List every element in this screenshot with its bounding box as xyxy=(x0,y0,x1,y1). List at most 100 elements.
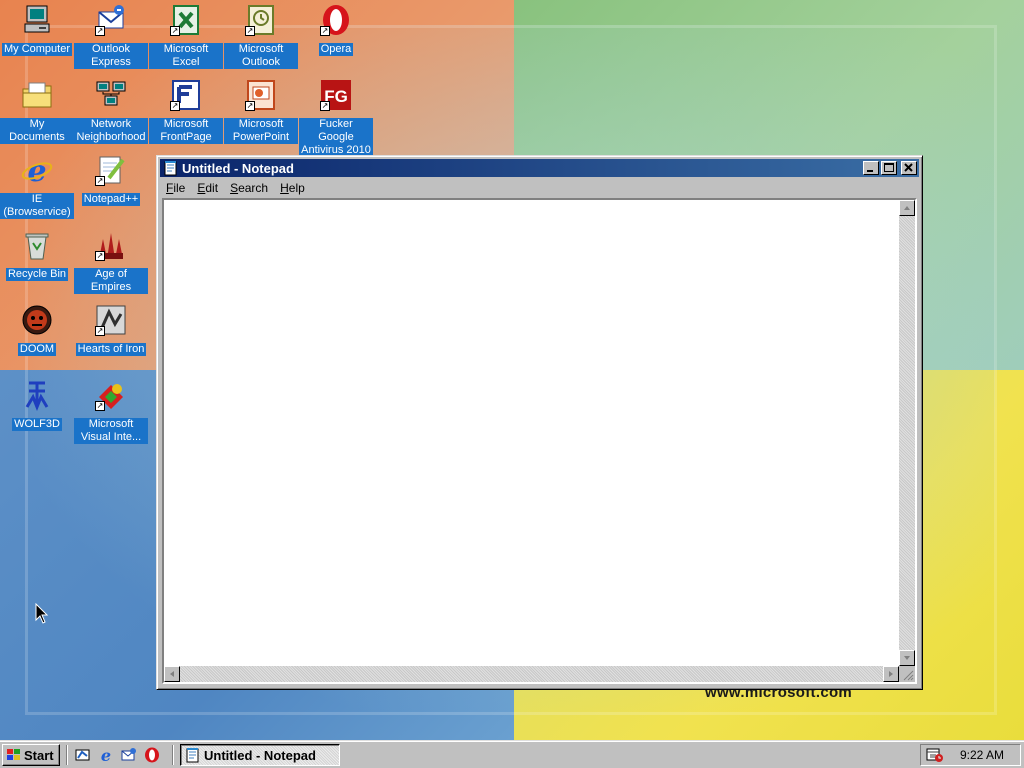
my-documents-icon xyxy=(21,79,53,111)
menu-label-rest: ile xyxy=(173,181,186,195)
arrow-right-icon xyxy=(889,671,893,677)
system-tray: 9:22 AM xyxy=(920,744,1021,766)
mouse-cursor-icon xyxy=(35,603,49,624)
excel-icon: ↗ xyxy=(170,4,202,36)
internet-explorer-icon: e xyxy=(21,154,53,189)
outlook-express-icon: ↗ xyxy=(95,4,127,36)
task-label: Untitled - Notepad xyxy=(204,747,316,763)
shortcut-arrow-icon: ↗ xyxy=(320,101,330,111)
menu-accel: S xyxy=(230,181,239,195)
desktop-icon-outlook-express[interactable]: ↗ Outlook Express xyxy=(74,2,148,72)
window-title: Untitled - Notepad xyxy=(182,160,294,176)
horizontal-scrollbar[interactable] xyxy=(164,666,899,682)
desktop-icon-recycle-bin[interactable]: Recycle Bin xyxy=(0,227,74,297)
desktop-icon-label: Hearts of Iron xyxy=(75,343,147,356)
shortcut-arrow-icon: ↗ xyxy=(245,101,255,111)
scheduler-icon[interactable] xyxy=(926,747,944,763)
desktop-icon-hearts-of-iron[interactable]: ↗ Hearts of Iron xyxy=(74,302,148,372)
desktop-icon-age-of-empires[interactable]: ↗ Age of Empires xyxy=(74,227,148,297)
desktop-icon-label: Microsoft Visual Inte... xyxy=(74,418,148,444)
desktop-icon-label: Recycle Bin xyxy=(5,268,69,281)
desktop-icon-ie-browservice[interactable]: e IE (Browservice) xyxy=(0,152,74,222)
desktop-icon-microsoft-frontpage[interactable]: ↗ Microsoft FrontPage xyxy=(149,77,223,147)
text-editor[interactable] xyxy=(164,200,899,666)
desktop-icon-label: Age of Empires xyxy=(74,268,148,294)
desktop-icon-microsoft-excel[interactable]: ↗ Microsoft Excel xyxy=(149,2,223,72)
menu-help[interactable]: Help xyxy=(274,181,311,195)
menu-edit[interactable]: Edit xyxy=(191,181,224,195)
desktop-icon-label: DOOM xyxy=(17,343,57,356)
taskbar-separator xyxy=(66,745,68,765)
maximize-button[interactable] xyxy=(881,161,897,175)
desktop-icon-label: Opera xyxy=(318,43,354,56)
maximize-icon xyxy=(884,163,894,172)
close-button[interactable] xyxy=(901,161,917,175)
menu-file[interactable]: File xyxy=(160,181,191,195)
desktop-icon-label: Notepad++ xyxy=(81,193,141,206)
menu-label-rest: dit xyxy=(205,181,219,195)
scroll-down-button[interactable] xyxy=(899,650,915,666)
scroll-up-button[interactable] xyxy=(899,200,915,216)
shortcut-arrow-icon: ↗ xyxy=(95,401,105,411)
outlook-icon: ↗ xyxy=(245,4,277,36)
opera-icon: ↗ xyxy=(320,4,352,36)
my-computer-icon xyxy=(21,4,53,36)
recycle-bin-icon xyxy=(21,229,53,261)
title-bar[interactable]: Untitled - Notepad xyxy=(160,159,919,177)
svg-text:e: e xyxy=(101,747,111,763)
powerpoint-icon: ↗ xyxy=(245,79,277,111)
start-label: Start xyxy=(24,747,54,763)
notepad-icon xyxy=(186,748,199,763)
shortcut-arrow-icon: ↗ xyxy=(170,101,180,111)
internet-explorer-icon[interactable]: e xyxy=(98,747,114,763)
shortcut-arrow-icon: ↗ xyxy=(320,26,330,36)
minimize-button[interactable] xyxy=(863,161,879,175)
age-of-empires-icon: ↗ xyxy=(95,229,127,261)
desktop-icon-microsoft-powerpoint[interactable]: ↗ Microsoft PowerPoint xyxy=(224,77,298,147)
scroll-right-button[interactable] xyxy=(883,666,899,682)
desktop-icon-label: Microsoft Excel xyxy=(149,43,223,69)
desktop-icon-label: Outlook Express xyxy=(74,43,148,69)
menu-accel: H xyxy=(280,181,289,195)
network-neighborhood-icon xyxy=(95,79,127,111)
desktop-icon-doom[interactable]: DOOM xyxy=(0,302,74,372)
opera-icon[interactable] xyxy=(144,747,160,763)
shortcut-arrow-icon: ↗ xyxy=(245,26,255,36)
desktop-icon-label: WOLF3D xyxy=(12,418,62,431)
outlook-express-icon[interactable] xyxy=(121,747,137,763)
desktop-icon-microsoft-outlook[interactable]: ↗ Microsoft Outlook xyxy=(224,2,298,72)
desktop-icon-wolf3d[interactable]: WOLF3D xyxy=(0,377,74,447)
close-icon xyxy=(904,163,913,172)
desktop-icon-visual-interdev[interactable]: ↗ Microsoft Visual Inte... xyxy=(74,377,148,447)
desktop-icon-label: Fucker Google Antivirus 2010 xyxy=(299,118,373,157)
taskbar: Start e Untitled - Notepad 9:22 AM xyxy=(0,740,1024,768)
desktop-icon-opera[interactable]: ↗ Opera xyxy=(299,2,373,72)
desktop-icon-network-neighborhood[interactable]: Network Neighborhood xyxy=(74,77,148,147)
notepad-window[interactable]: Untitled - Notepad File Edit Search Help xyxy=(156,155,923,690)
menu-search[interactable]: Search xyxy=(224,181,274,195)
visual-interdev-icon: ↗ xyxy=(95,379,127,411)
show-desktop-icon[interactable] xyxy=(75,747,91,763)
resize-grip[interactable] xyxy=(899,666,915,682)
clock[interactable]: 9:22 AM xyxy=(960,748,1004,762)
desktop-icon-label: My Computer xyxy=(1,43,73,56)
desktop-icon-label: Microsoft Outlook xyxy=(224,43,298,69)
desktop-icon-my-computer[interactable]: My Computer xyxy=(0,2,74,72)
taskbar-button-notepad[interactable]: Untitled - Notepad xyxy=(180,744,340,766)
hearts-of-iron-icon: ↗ xyxy=(95,304,127,336)
desktop-icon-notepadpp[interactable]: ↗ Notepad++ xyxy=(74,152,148,222)
shortcut-arrow-icon: ↗ xyxy=(170,26,180,36)
desktop-icon-label: Network Neighborhood xyxy=(74,118,148,144)
start-button[interactable]: Start xyxy=(2,744,60,766)
desktop-icon-label: Microsoft FrontPage xyxy=(149,118,223,144)
doom-icon xyxy=(21,304,53,336)
desktop-icon-antivirus[interactable]: FG ↗ Fucker Google Antivirus 2010 xyxy=(299,77,373,157)
desktop-icon-label: Microsoft PowerPoint xyxy=(224,118,298,144)
arrow-left-icon xyxy=(170,671,174,677)
scroll-left-button[interactable] xyxy=(164,666,180,682)
antivirus-icon: FG ↗ xyxy=(320,79,352,111)
desktop-icon-my-documents[interactable]: My Documents xyxy=(0,77,74,147)
menu-bar: File Edit Search Help xyxy=(160,179,919,197)
vertical-scrollbar[interactable] xyxy=(899,200,915,666)
resize-grip-icon xyxy=(903,670,914,681)
